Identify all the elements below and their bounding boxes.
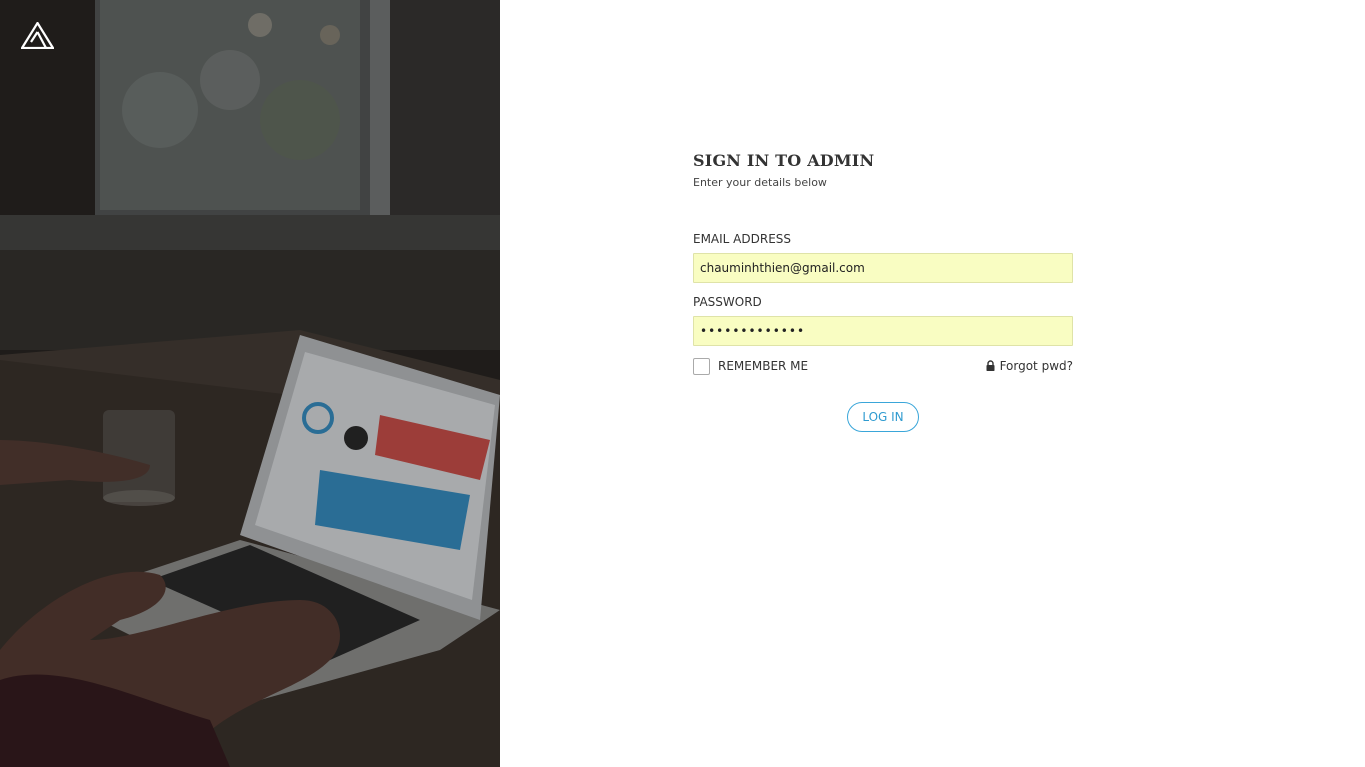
page-subtitle: Enter your details below — [693, 176, 827, 189]
forgot-password-label: Forgot pwd? — [999, 359, 1073, 373]
laptop-photo — [0, 0, 500, 767]
password-label: PASSWORD — [693, 295, 762, 309]
remember-me-checkbox[interactable] — [693, 358, 710, 375]
email-label: EMAIL ADDRESS — [693, 232, 792, 246]
email-field[interactable] — [693, 253, 1073, 283]
page-title: SIGN IN TO ADMIN — [693, 151, 875, 170]
forgot-password-link[interactable]: Forgot pwd? — [986, 359, 1073, 373]
lock-icon — [986, 359, 995, 371]
login-button[interactable]: LOG IN — [847, 402, 919, 432]
login-form: SIGN IN TO ADMIN Enter your details belo… — [693, 150, 1073, 432]
remember-me-label[interactable]: REMEMBER ME — [718, 359, 808, 373]
login-row: LOG IN — [693, 402, 1073, 432]
triangle-logo-icon — [21, 22, 54, 49]
options-row: REMEMBER ME Forgot pwd? — [693, 358, 1073, 375]
login-panel: SIGN IN TO ADMIN Enter your details belo… — [500, 0, 1365, 767]
password-field[interactable] — [693, 316, 1073, 346]
background-photo-panel — [0, 0, 500, 767]
